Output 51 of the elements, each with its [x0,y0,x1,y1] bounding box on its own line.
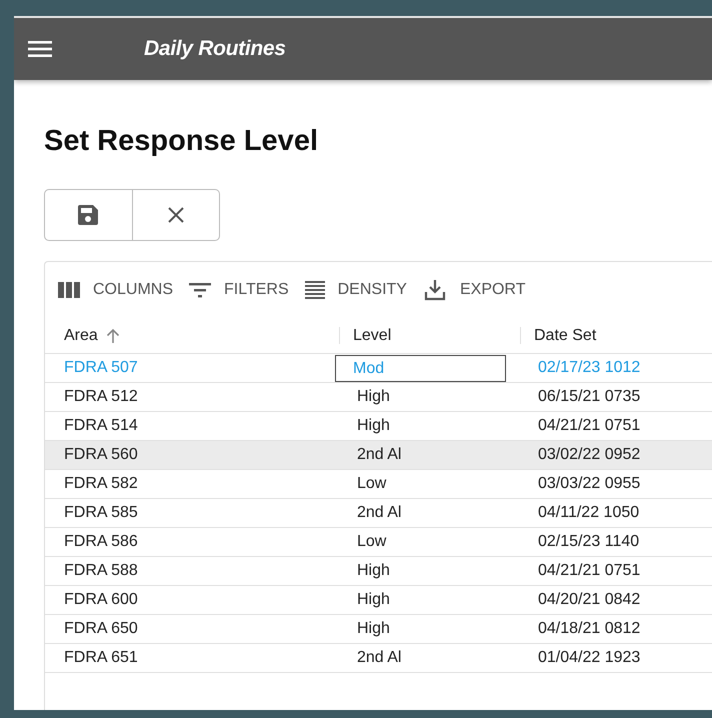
export-button[interactable]: EXPORT [422,278,526,302]
table-cell-text: 06/15/21 0735 [537,387,642,407]
table-cell-text: High [356,590,391,610]
filters-button[interactable]: FILTERS [189,281,289,299]
column-header[interactable]: Level [339,318,520,353]
table-cell: Mod [335,355,506,382]
table-cell-text: FDRA 582 [63,474,139,494]
table-cell-text: FDRA 600 [63,590,139,610]
table-cell-text: High [356,561,391,581]
table-cell-text: High [356,416,391,436]
page-title: Set Response Level [44,124,319,159]
table-cell-text: 2nd Al [356,648,402,668]
table-cell-text: FDRA 560 [63,445,139,465]
table-cell-text: 02/17/23 1012 [537,358,642,378]
table-cell-text: 01/04/22 1923 [537,648,642,668]
table-cell-text: 2nd Al [356,445,402,465]
density-icon [304,281,325,299]
table-cell-text: 03/03/22 0955 [537,474,642,494]
density-button[interactable]: DENSITY [304,281,407,299]
column-header[interactable]: Date Set [520,318,712,353]
table-cell-text: Low [356,532,388,552]
table-cell-text: High [356,619,391,639]
columns-icon [58,282,80,298]
table-cell-text: 03/02/22 0952 [537,445,642,465]
menu-icon [28,40,52,58]
table-cell-text: 2nd Al [356,503,402,523]
app-title: Daily Routines [144,37,286,61]
column-header[interactable]: Area [45,318,339,353]
table-cell-text: FDRA 588 [63,561,139,581]
filter-icon [189,282,212,298]
columns-button[interactable]: COLUMNS [58,281,174,299]
table-cell-text: FDRA 651 [63,648,139,668]
table-cell-text: 02/15/23 1140 [537,532,640,552]
table-cell-text: FDRA 586 [63,532,139,552]
table-cell-text: FDRA 507 [63,358,139,378]
save-icon [78,205,98,225]
table-cell-text: 04/18/21 0812 [537,619,642,639]
table-cell-text: FDRA 514 [63,416,139,436]
table-cell-text: FDRA 512 [63,387,139,407]
close-icon [166,206,185,224]
table-cell-text: 04/11/22 1050 [537,503,640,523]
save-button[interactable] [44,189,132,241]
table-cell-text: FDRA 650 [63,619,139,639]
table-cell-text: 04/21/21 0751 [537,416,642,436]
table-cell-text: Low [356,474,388,494]
download-icon [422,278,447,302]
table-cell-text: 04/20/21 0842 [537,590,642,610]
table-cell-text: FDRA 585 [63,503,139,523]
table-cell-text: High [356,387,391,407]
table-cell-text: 04/21/21 0751 [537,561,642,581]
sort-ascending-icon[interactable] [106,328,120,344]
